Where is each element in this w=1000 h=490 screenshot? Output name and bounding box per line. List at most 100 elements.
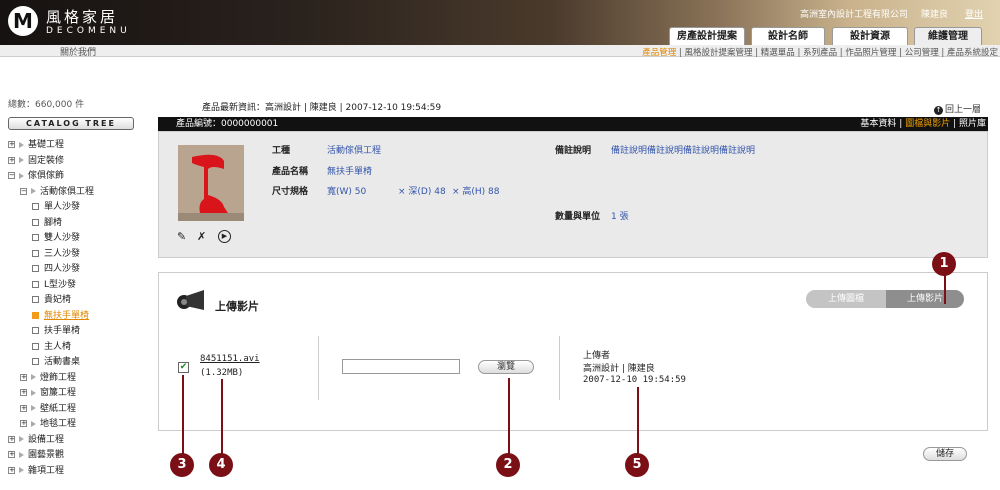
- subnav-item[interactable]: 產品系統設定: [947, 48, 998, 58]
- tree-item-label: 三人沙發: [44, 248, 81, 259]
- link-basic-info[interactable]: 基本資料: [860, 119, 896, 129]
- tree-item[interactable]: 扶手單椅: [8, 323, 94, 339]
- tree-item[interactable]: + 地毯工程: [8, 416, 94, 432]
- tree-item[interactable]: L型沙發: [8, 277, 94, 293]
- tree-item[interactable]: + 園藝景觀: [8, 447, 94, 463]
- uploaded-at: 2007-12-10 19:54:59: [583, 375, 686, 385]
- subnav-item[interactable]: 作品照片管理: [845, 48, 896, 58]
- expand-icon[interactable]: +: [8, 156, 15, 164]
- expand-icon[interactable]: +: [8, 141, 15, 148]
- tree-item-label: 貴妃椅: [44, 295, 72, 305]
- expand-icon[interactable]: +: [8, 451, 15, 458]
- size-width: 寬(W) 50: [327, 187, 367, 197]
- subnav-item[interactable]: 產品管理: [642, 48, 676, 58]
- tree-item-label: 傢俱傢飾: [28, 171, 65, 181]
- marker-line: [221, 379, 223, 455]
- subnav-item[interactable]: 風格設計提案管理: [685, 48, 753, 58]
- expand-icon[interactable]: +: [20, 373, 27, 381]
- leaf-icon: [32, 218, 39, 226]
- tree-item[interactable]: 雙人沙發: [8, 230, 94, 246]
- tree-item[interactable]: 三人沙發: [8, 246, 94, 262]
- tree-item-label: 園藝景觀: [28, 450, 65, 460]
- tree-item[interactable]: + 燈飾工程: [8, 370, 94, 386]
- tree-item[interactable]: 活動書桌: [8, 354, 94, 370]
- tree-item[interactable]: 單人沙發: [8, 199, 94, 215]
- tree-item-label: 壁紙工程: [40, 403, 77, 414]
- marker-line: [637, 387, 639, 455]
- folder-arrow-icon: [19, 451, 24, 458]
- tree-item[interactable]: + 基礎工程: [8, 137, 94, 153]
- tree-item-label: 雜項工程: [28, 465, 65, 476]
- link-images-videos[interactable]: 圖檔與影片: [905, 119, 950, 129]
- collapse-icon[interactable]: −: [8, 172, 15, 179]
- tab-house-design[interactable]: 房產設計提案: [669, 27, 745, 45]
- leaf-icon: [32, 249, 39, 257]
- tree-item-label: 無扶手單椅: [44, 310, 90, 321]
- file-path-input[interactable]: [342, 359, 460, 374]
- folder-arrow-icon: [31, 374, 36, 380]
- subnav-item[interactable]: 精選單品: [761, 48, 795, 58]
- expand-icon[interactable]: +: [20, 389, 27, 396]
- upload-image-tab[interactable]: 上傳圖檔: [806, 290, 886, 308]
- tree-item[interactable]: 腳椅: [8, 215, 94, 231]
- tree-item[interactable]: + 壁紙工程: [8, 401, 94, 417]
- tab-designers[interactable]: 設計名師: [751, 27, 825, 45]
- name-label: 產品名稱: [272, 167, 309, 177]
- folder-arrow-icon: [19, 467, 24, 473]
- upload-video-tab[interactable]: 上傳影片: [886, 290, 964, 308]
- expand-icon[interactable]: +: [20, 404, 27, 412]
- tree-item-label: 腳椅: [44, 217, 63, 228]
- tree-item[interactable]: + 設備工程: [8, 432, 94, 448]
- brand-name-en: DECOMENU: [46, 26, 131, 36]
- about-link[interactable]: 關於我們: [60, 45, 96, 58]
- tree-item[interactable]: 無扶手單椅: [8, 308, 94, 324]
- tree-item[interactable]: + 固定裝修: [8, 153, 94, 169]
- save-button[interactable]: 儲存: [923, 447, 967, 461]
- type-value: 活動傢俱工程: [327, 146, 382, 156]
- tree-item[interactable]: 主人椅: [8, 339, 94, 355]
- collapse-icon[interactable]: −: [20, 187, 27, 195]
- subnav-item[interactable]: 公司管理: [905, 48, 939, 58]
- tree-item-label: 活動傢俱工程: [40, 186, 95, 197]
- leaf-icon: [32, 342, 39, 350]
- tree-item[interactable]: + 雜項工程: [8, 463, 94, 479]
- logo-icon: M: [8, 6, 38, 36]
- tree-item[interactable]: 四人沙發: [8, 261, 94, 277]
- product-header-bar: 產品編號：0000000001 基本資料 | 圖檔與影片 | 照片庫: [158, 117, 988, 131]
- tree-item[interactable]: + 窗簾工程: [8, 385, 94, 401]
- total-count: 總數：660,000 件: [8, 100, 85, 110]
- sub-nav: 產品管理 | 風格設計提案管理 | 精選單品 | 系列產品 | 作品照片管理 |…: [642, 46, 998, 58]
- separator: |: [752, 48, 761, 58]
- file-checkbox[interactable]: ✔: [178, 362, 189, 373]
- subnav-item[interactable]: 系列產品: [803, 48, 837, 58]
- link-photo-library[interactable]: 照片庫: [959, 119, 986, 129]
- wand-icon[interactable]: ✗: [197, 230, 206, 243]
- marker-line: [508, 378, 510, 456]
- folder-arrow-icon: [31, 188, 36, 194]
- quantity-value: 1 張: [611, 212, 629, 222]
- tab-design-resources[interactable]: 設計資源: [832, 27, 908, 45]
- expand-icon[interactable]: +: [20, 420, 27, 427]
- tree-item[interactable]: − 活動傢俱工程: [8, 184, 94, 200]
- browse-button[interactable]: 瀏覽: [478, 360, 534, 374]
- tab-maintenance[interactable]: 維護管理: [914, 27, 982, 45]
- catalog-tree-button[interactable]: CATALOG TREE: [8, 117, 134, 130]
- tree-item-label: 單人沙發: [44, 202, 81, 212]
- tree-item[interactable]: 貴妃椅: [8, 292, 94, 308]
- folder-arrow-icon: [19, 172, 24, 179]
- marker-1: 1: [932, 252, 956, 276]
- separator: |: [794, 48, 804, 58]
- expand-icon[interactable]: +: [8, 466, 15, 474]
- file-name[interactable]: 8451151.avi: [200, 354, 260, 364]
- pipette-icon[interactable]: ✎: [177, 230, 186, 243]
- logout-link[interactable]: 登出: [965, 7, 983, 20]
- upload-title: 上傳影片: [215, 300, 259, 313]
- marker-3: 3: [170, 453, 194, 477]
- folder-arrow-icon: [31, 405, 36, 411]
- play-icon[interactable]: ▶: [218, 230, 231, 243]
- tree-item[interactable]: − 傢俱傢飾: [8, 168, 94, 184]
- leaf-icon: [32, 234, 39, 241]
- tree-item-label: 雙人沙發: [44, 233, 81, 243]
- expand-icon[interactable]: +: [8, 435, 15, 443]
- back-link[interactable]: ↑ 回上一層: [934, 102, 981, 115]
